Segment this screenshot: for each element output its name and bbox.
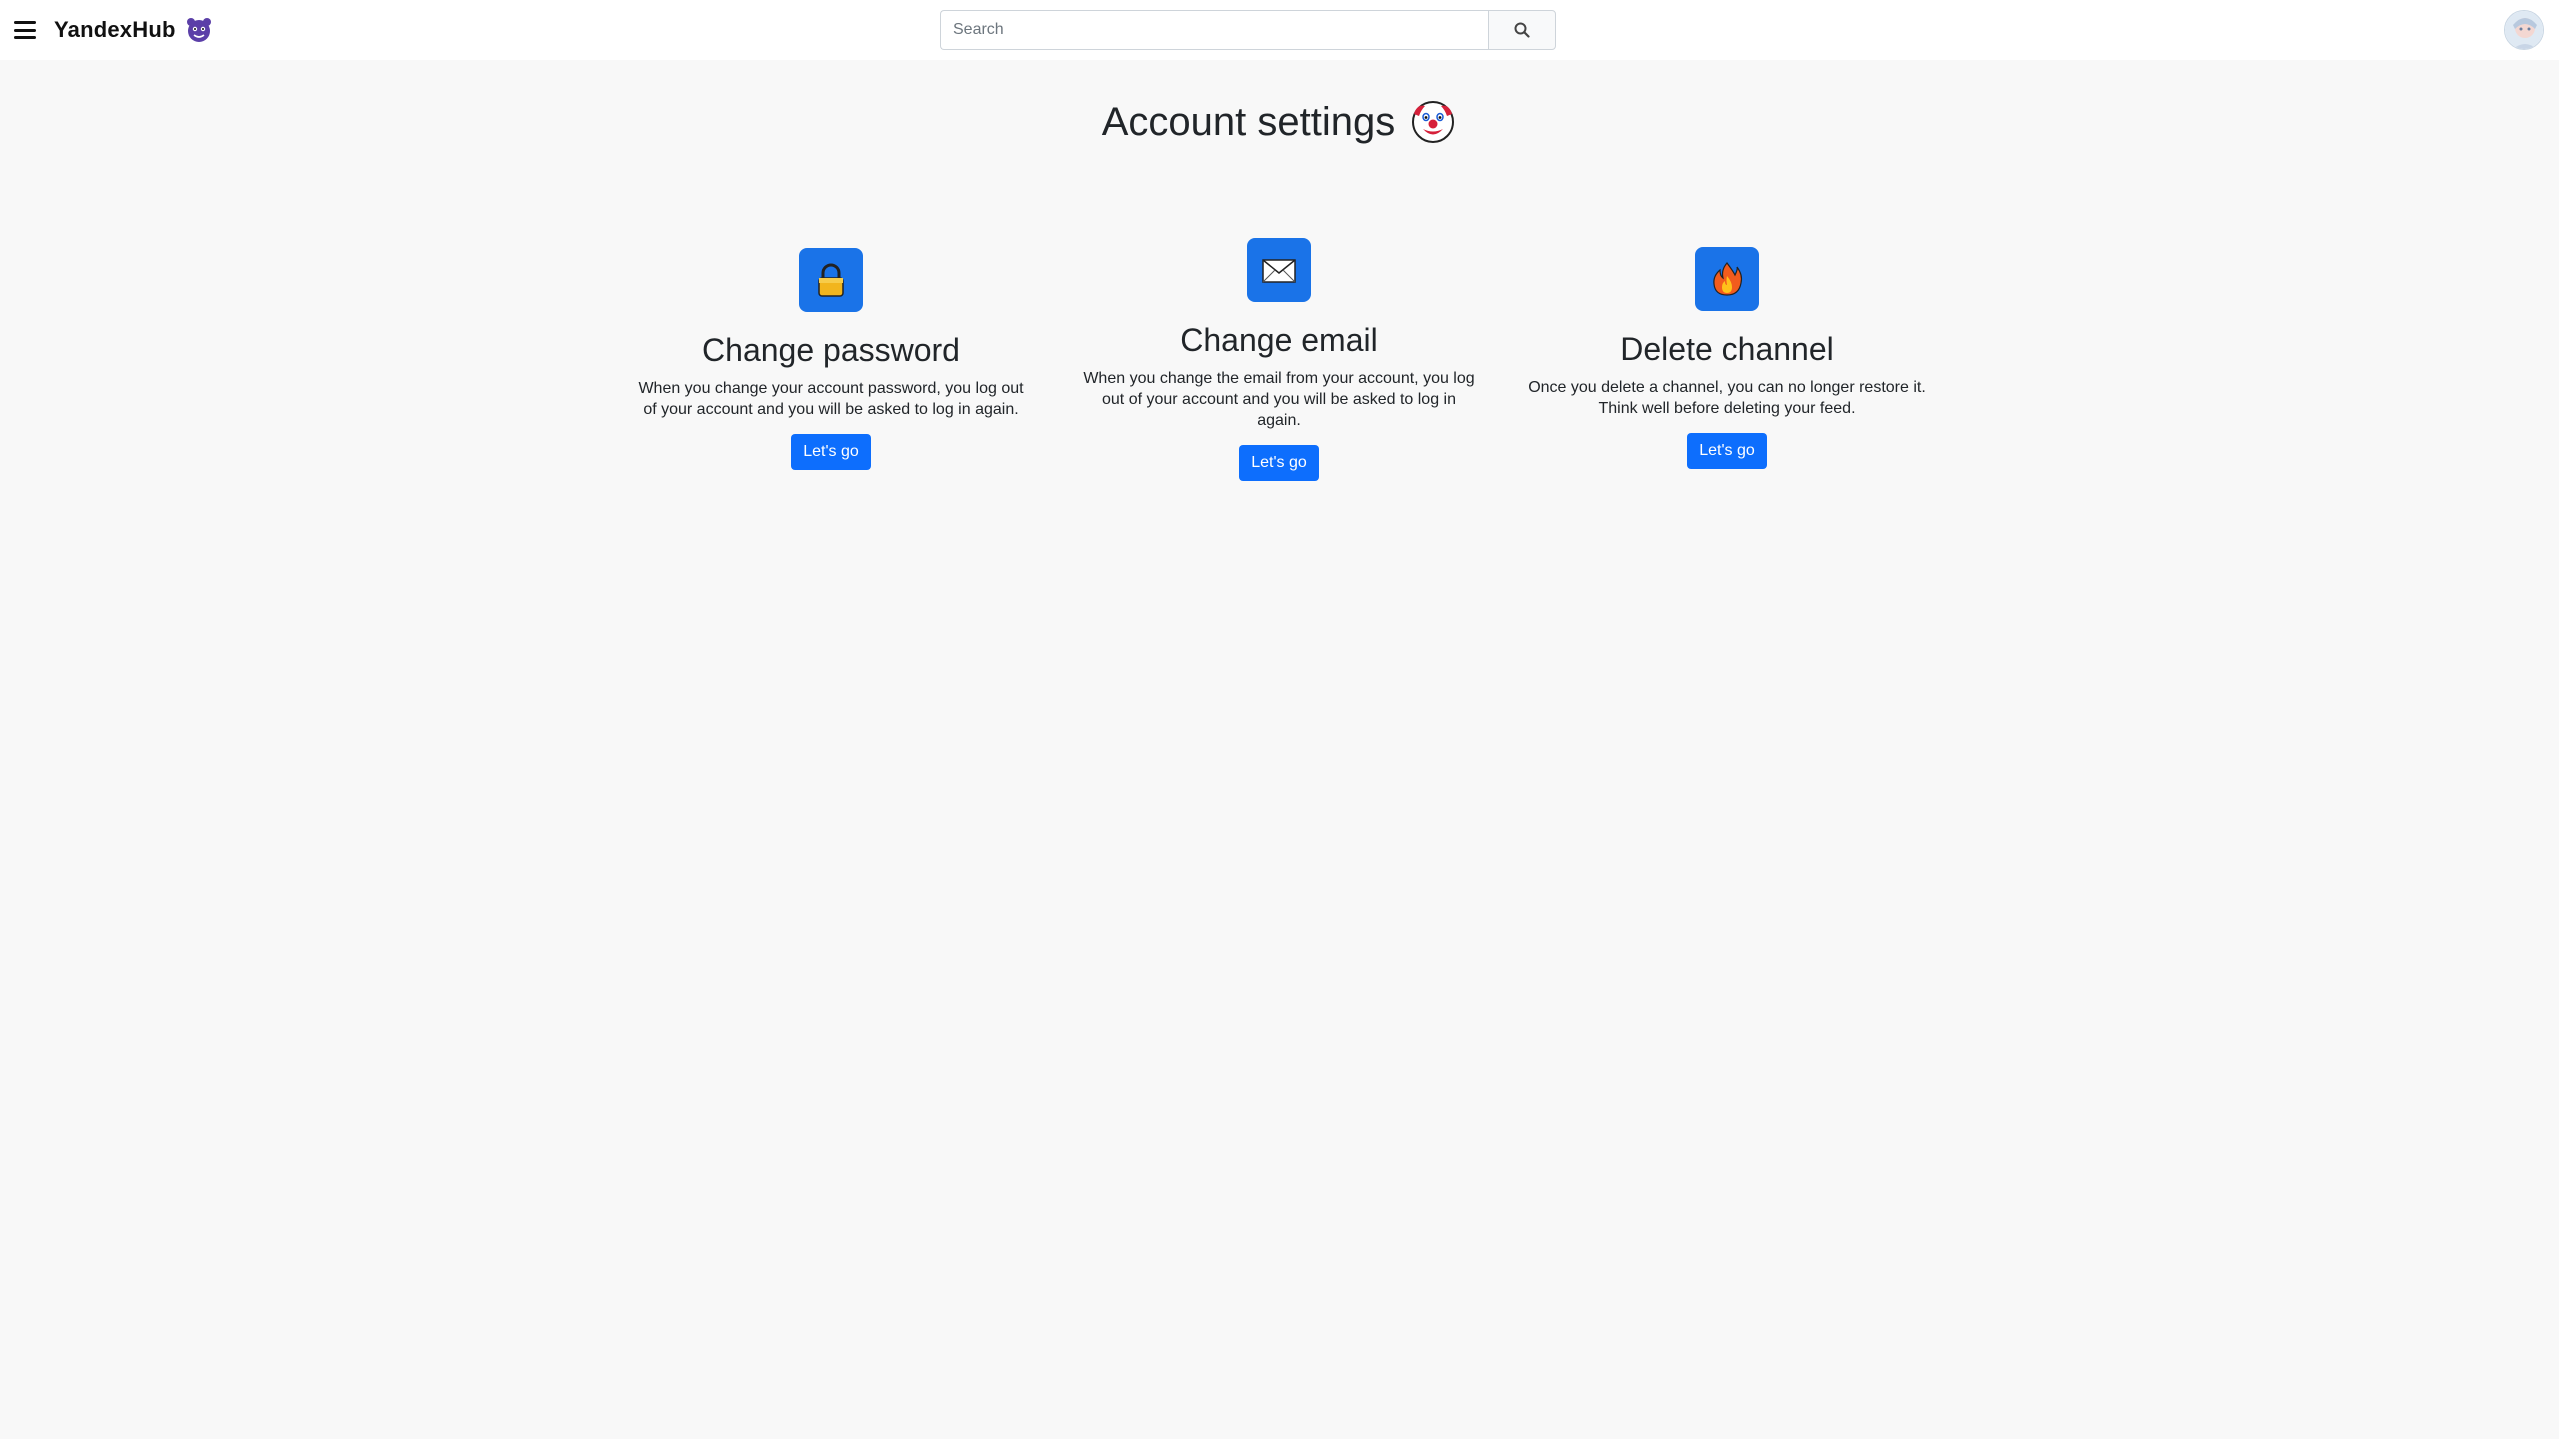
user-avatar[interactable] xyxy=(2504,10,2544,50)
search-icon xyxy=(1514,22,1530,38)
change-email-button[interactable]: Let's go xyxy=(1239,445,1319,481)
change-password-card: Change password When you change your acc… xyxy=(631,248,1031,470)
hamburger-menu-icon[interactable] xyxy=(12,18,38,42)
delete-channel-card: Delete channel Once you delete a channel… xyxy=(1527,247,1927,469)
change-email-title: Change email xyxy=(1180,322,1378,358)
brand-name: YandexHub xyxy=(54,17,176,42)
delete-channel-button[interactable]: Let's go xyxy=(1687,433,1767,469)
search-button[interactable] xyxy=(1488,10,1556,50)
change-email-card: Change email When you change the email f… xyxy=(1079,238,1479,481)
lock-icon xyxy=(799,248,863,312)
search-bar xyxy=(940,10,1556,50)
brand-logo-icon xyxy=(186,18,211,42)
envelope-icon xyxy=(1247,238,1311,302)
clown-face-icon xyxy=(1412,101,1455,143)
top-navbar: YandexHub xyxy=(0,0,2559,60)
avatar-image xyxy=(2505,11,2543,49)
delete-channel-description: Once you delete a channel, you can no lo… xyxy=(1528,379,1926,417)
change-password-description: When you change your account password, y… xyxy=(638,380,1024,418)
change-password-title: Change password xyxy=(702,332,960,368)
brand-link[interactable]: YandexHub xyxy=(54,16,214,44)
fire-icon xyxy=(1695,247,1759,311)
search-input[interactable] xyxy=(940,10,1488,50)
page-title: Account settings xyxy=(1101,99,1396,144)
change-password-button[interactable]: Let's go xyxy=(791,434,871,470)
page-header: Account settings xyxy=(0,92,2559,152)
delete-channel-title: Delete channel xyxy=(1620,331,1834,367)
change-email-description: When you change the email from your acco… xyxy=(1083,370,1475,429)
